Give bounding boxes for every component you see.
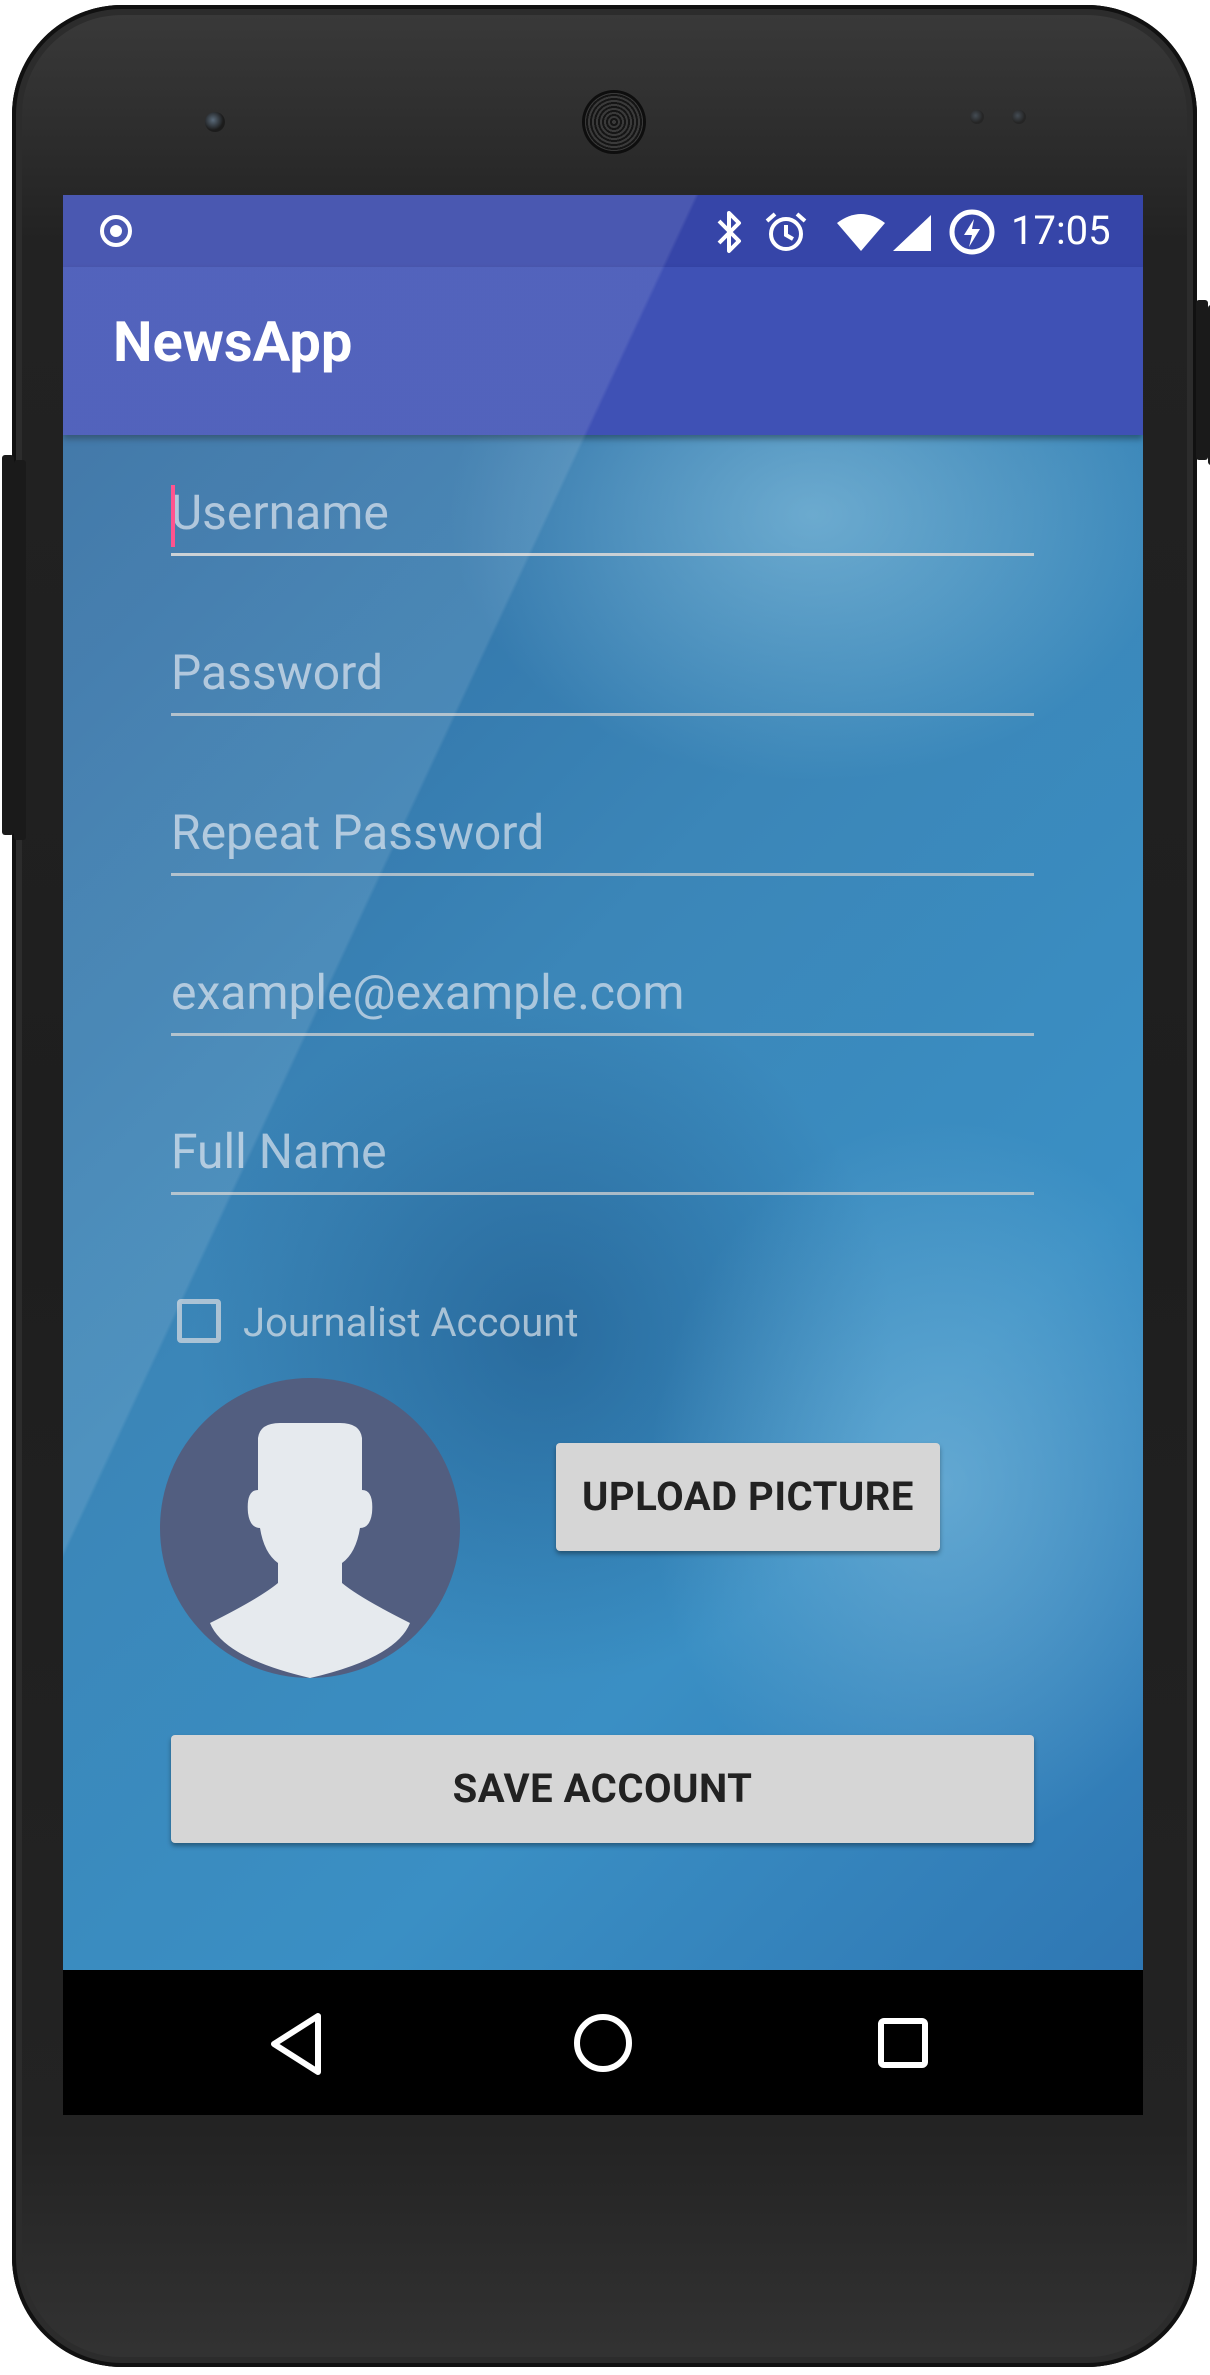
volume-rocker bbox=[2, 455, 14, 835]
alarm-icon bbox=[765, 212, 807, 251]
email-placeholder: example@example.com bbox=[171, 964, 685, 1021]
journalist-checkbox-label: Journalist Account bbox=[243, 1299, 579, 1346]
light-sensor bbox=[1012, 110, 1026, 124]
power-key bbox=[1196, 300, 1208, 460]
username-placeholder: Username bbox=[171, 484, 389, 541]
signal-icon bbox=[893, 215, 931, 251]
nav-back[interactable] bbox=[230, 1970, 370, 2115]
nav-home[interactable] bbox=[533, 1970, 673, 2115]
full-name-field[interactable]: Full Name bbox=[171, 1112, 1034, 1195]
app-bar: NewsApp bbox=[63, 267, 1143, 435]
nav-recents[interactable] bbox=[833, 1970, 973, 2115]
password-placeholder: Password bbox=[171, 644, 384, 701]
username-field[interactable]: Username bbox=[171, 473, 1034, 556]
registration-form: Username Password Repeat Password exampl… bbox=[63, 435, 1143, 1970]
repeat-password-field[interactable]: Repeat Password bbox=[171, 793, 1034, 876]
app-title: NewsApp bbox=[113, 309, 353, 375]
avatar bbox=[160, 1378, 460, 1678]
volume-button bbox=[14, 460, 26, 840]
wifi-icon bbox=[837, 214, 885, 251]
status-bar: 17:05 bbox=[63, 195, 1143, 267]
save-account-button[interactable]: SAVE ACCOUNT bbox=[171, 1735, 1034, 1843]
device-screen: 17:05 NewsApp Username Password Repeat P… bbox=[63, 195, 1143, 2115]
repeat-password-placeholder: Repeat Password bbox=[171, 804, 545, 861]
home-icon bbox=[574, 2014, 632, 2072]
user-silhouette-icon bbox=[210, 1423, 410, 1678]
record-icon bbox=[100, 215, 132, 247]
battery-charging-icon bbox=[949, 209, 995, 255]
earpiece-speaker bbox=[585, 93, 643, 151]
email-field[interactable]: example@example.com bbox=[171, 953, 1034, 1036]
upload-picture-button[interactable]: UPLOAD PICTURE bbox=[556, 1443, 940, 1551]
back-icon bbox=[271, 2013, 321, 2075]
text-cursor bbox=[171, 485, 175, 547]
password-field[interactable]: Password bbox=[171, 633, 1034, 716]
recents-icon bbox=[878, 2018, 928, 2068]
journalist-checkbox[interactable] bbox=[177, 1299, 221, 1343]
proximity-sensor bbox=[970, 110, 984, 124]
full-name-placeholder: Full Name bbox=[171, 1123, 387, 1180]
front-sensor bbox=[205, 112, 225, 132]
bluetooth-icon bbox=[717, 211, 741, 253]
status-time: 17:05 bbox=[1011, 207, 1111, 254]
navigation-bar bbox=[63, 1970, 1143, 2115]
